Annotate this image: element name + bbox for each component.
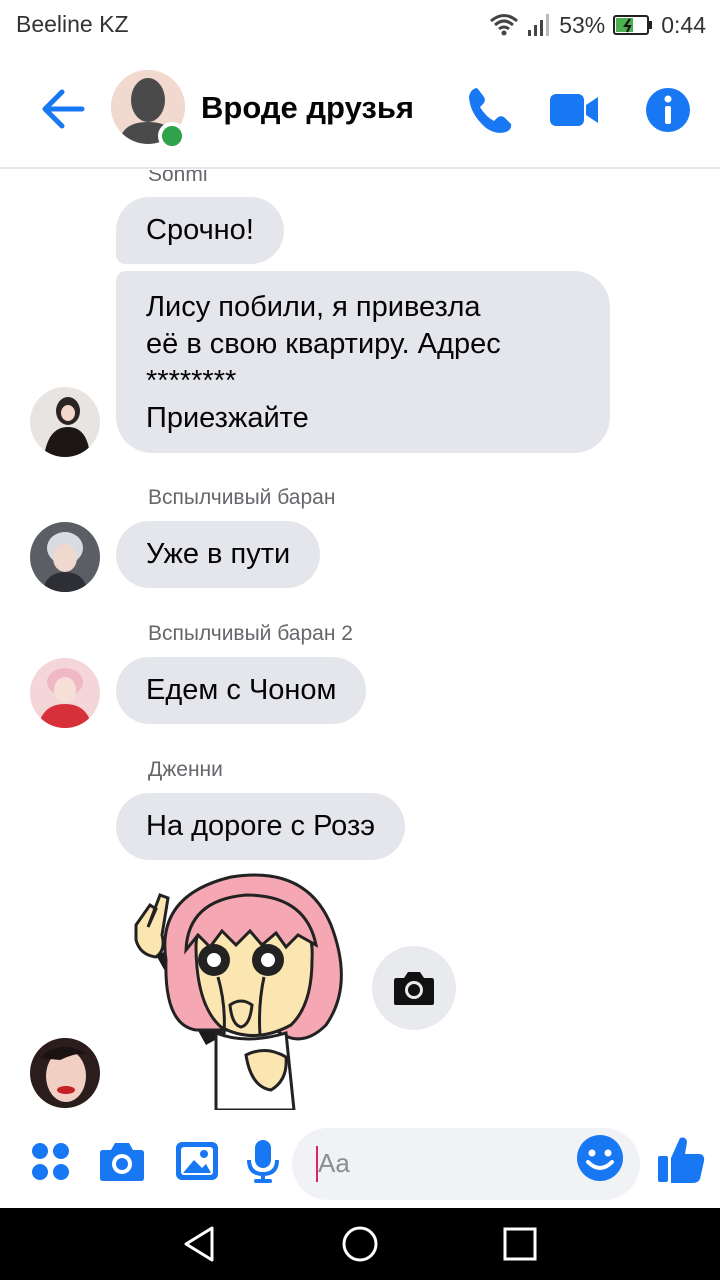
sender-name: Дженни: [148, 758, 223, 781]
sender-name: Вспылчивый баран 2: [148, 622, 353, 645]
clock: 0:44: [661, 11, 706, 38]
message-bubble[interactable]: Едем с Чоном: [116, 657, 367, 724]
avatar-photo: [30, 387, 100, 457]
chat-title: Вроде друзья: [201, 90, 414, 125]
four-dots-icon[interactable]: [28, 1138, 74, 1184]
crying-girl-peace-sign-sticker[interactable]: [126, 865, 356, 1110]
nav-home-icon[interactable]: [340, 1224, 380, 1264]
phone-icon[interactable]: [464, 84, 516, 136]
chat-header: Вроде друзья: [0, 52, 720, 169]
message-bubble[interactable]: Срочно!: [116, 197, 284, 264]
message-composer: Aa: [0, 1110, 720, 1208]
online-status-dot: [158, 122, 186, 150]
message-input-placeholder: Aa: [318, 1148, 350, 1178]
carrier-name: Beeline KZ: [16, 11, 129, 37]
arrow-left-icon[interactable]: [38, 86, 88, 132]
message-bubble[interactable]: Уже в пути: [116, 521, 321, 588]
microphone-icon[interactable]: [240, 1138, 286, 1184]
avatar-photo: [30, 522, 100, 592]
video-camera-icon[interactable]: [548, 84, 600, 136]
status-bar: Beeline KZ 53% 0:44: [0, 0, 720, 52]
avatar[interactable]: [30, 522, 100, 592]
wifi-icon: [490, 14, 519, 36]
system-navigation-bar: [0, 1208, 720, 1280]
avatar[interactable]: [30, 387, 100, 457]
image-icon[interactable]: [174, 1138, 220, 1184]
info-icon[interactable]: [642, 84, 694, 136]
avatar[interactable]: [30, 658, 100, 728]
battery-icon: [613, 15, 653, 35]
thumbs-up-icon[interactable]: [656, 1134, 706, 1186]
message-bubble[interactable]: На дороге с Розэ: [116, 793, 406, 860]
sender-name: Вспылчивый баран: [148, 486, 336, 509]
avatar-photo: [30, 1038, 100, 1108]
smiley-icon[interactable]: [576, 1134, 624, 1182]
share-camera-button[interactable]: [372, 946, 456, 1030]
message-thread[interactable]: Sohmi Срочно! Лису побили, я привезла её…: [0, 170, 720, 1110]
message-bubble[interactable]: Лису побили, я привезла её в свою кварти…: [116, 271, 610, 453]
camera-icon[interactable]: [99, 1138, 145, 1184]
status-indicators: 53% 0:44: [489, 8, 706, 42]
signal-icon: [528, 14, 550, 36]
camera-icon: [394, 972, 434, 1005]
sender-name: Sohmi: [148, 170, 208, 186]
avatar[interactable]: [30, 1038, 100, 1108]
battery-percent: 53%: [559, 11, 606, 38]
nav-back-icon[interactable]: [180, 1224, 220, 1264]
avatar-photo: [30, 658, 100, 728]
nav-recents-icon[interactable]: [500, 1224, 540, 1264]
